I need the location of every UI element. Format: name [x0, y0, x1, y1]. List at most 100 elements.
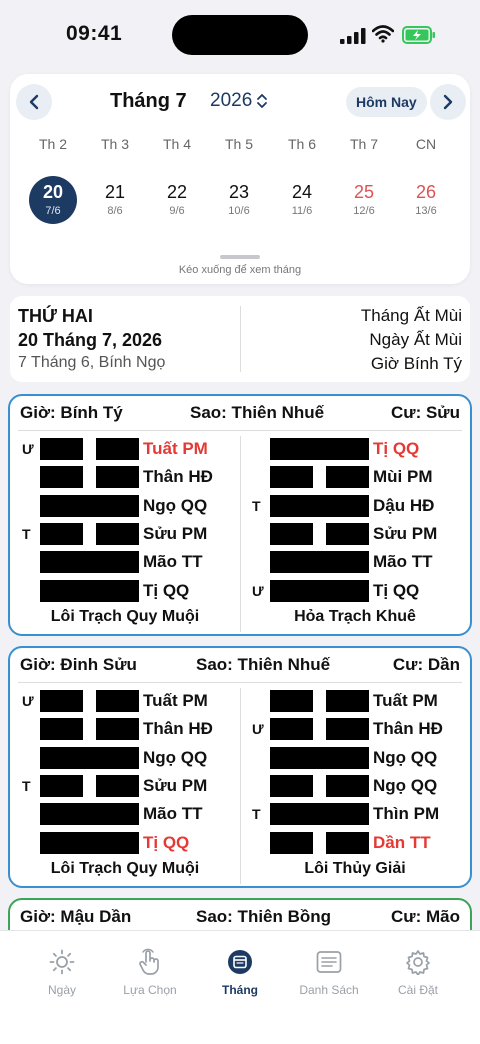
- redacted-bar: [40, 438, 83, 460]
- hexagram-line: Dần TT: [240, 831, 470, 854]
- line-label: Mão TT: [143, 552, 203, 572]
- tab-label: Tháng: [222, 983, 258, 997]
- day-number: 26: [415, 182, 437, 202]
- solar-date: 20 Tháng 7, 2026: [18, 330, 163, 350]
- day-cell[interactable]: 22 9/6: [153, 176, 201, 224]
- gear-icon: [406, 950, 430, 975]
- drag-handle[interactable]: [220, 255, 260, 259]
- divider: [18, 682, 462, 683]
- month-title: Tháng 7: [110, 90, 187, 112]
- day-cell[interactable]: 24 11/6: [278, 176, 326, 224]
- hour-label: Giờ: Đinh Sửu: [20, 655, 137, 674]
- star-label: Sao: Thiên Nhuế: [190, 403, 325, 422]
- day-number: 20: [42, 182, 64, 202]
- tab-label: Danh Sách: [299, 983, 359, 997]
- hexagram-line: T Dậu HĐ: [240, 494, 470, 517]
- hour-label: Giờ: Mậu Dần: [20, 907, 132, 926]
- day-cell[interactable]: 23 10/6: [215, 176, 263, 224]
- day-cell-weekend[interactable]: 25 12/6: [340, 176, 388, 224]
- hexagram-line: Sửu PM: [240, 522, 470, 545]
- line-marker: Ư: [252, 582, 264, 599]
- next-month-button[interactable]: [430, 84, 466, 120]
- line-marker: Ư: [22, 441, 34, 457]
- tab-bar: Ngày Lựa Chọn Tháng Danh Sách Cài Đặt: [0, 930, 480, 1044]
- wifi-icon: [372, 25, 394, 43]
- chevron-right-icon: [443, 94, 453, 110]
- year-selector[interactable]: 2026: [210, 90, 268, 112]
- redacted-bar: [270, 551, 369, 574]
- line-label: Tị QQ: [373, 580, 420, 600]
- tab-label: Ngày: [47, 983, 76, 997]
- redacted-bar: [40, 831, 139, 854]
- lunar-date: 12/6: [353, 205, 375, 217]
- line-label: Tuất PM: [373, 691, 438, 710]
- expand-hint: Kéo xuống để xem tháng: [178, 264, 302, 276]
- day-number: 23: [228, 182, 250, 202]
- tab-lua-chon[interactable]: Lựa Chọn: [105, 947, 195, 997]
- hexagram-name-left: Lôi Trạch Quy Muội: [50, 608, 200, 625]
- redacted-bar: [40, 522, 83, 545]
- line-label: Sửu PM: [373, 523, 438, 543]
- line-label: Tị QQ: [143, 580, 190, 600]
- hour-card-header: Giờ: Bính Tý Sao: Thiên Nhuế Cư: Sửu: [10, 396, 470, 430]
- hexagram-line: Mão TT: [10, 803, 240, 826]
- tab-danh-sach[interactable]: Danh Sách: [284, 947, 374, 997]
- hexagram-line: Ư Tị QQ: [240, 579, 470, 602]
- redacted-bar: [270, 774, 313, 797]
- redacted-bar: [40, 746, 139, 769]
- redacted-bar: [40, 579, 139, 602]
- hexagram-line: Thân HĐ: [10, 466, 240, 489]
- day-number: 22: [166, 182, 188, 202]
- day-cell[interactable]: 21 8/6: [91, 176, 139, 224]
- redacted-bar: [270, 494, 369, 517]
- line-label: Ngọ QQ: [373, 775, 438, 795]
- week-days: 20 7/6 21 8/6 22 9/6 23 10/6 24 11/6 25 …: [10, 174, 470, 230]
- line-marker: T: [252, 806, 261, 823]
- signal-icon: [340, 28, 366, 44]
- tab-cai-dat[interactable]: Cài Đặt: [373, 947, 463, 997]
- status-bar: 09:41: [0, 0, 480, 70]
- tab-ngay[interactable]: Ngày: [17, 947, 107, 997]
- redacted-bar: [270, 690, 313, 712]
- day-cell-weekend[interactable]: 26 13/6: [402, 176, 450, 224]
- redacted-bar: [270, 438, 369, 460]
- tab-thang[interactable]: Tháng: [195, 947, 285, 997]
- day-number: 25: [353, 182, 375, 202]
- lunar-date: 13/6: [415, 205, 437, 217]
- weekday-label: Th 5: [224, 136, 253, 152]
- hour-card[interactable]: Giờ: Đinh Sửu Sao: Thiên Nhuế Cư: Dần Ư T…: [8, 646, 472, 888]
- dynamic-island: [172, 15, 308, 55]
- hexagram-name-left: Lôi Trạch Quy Muội: [50, 860, 200, 877]
- residence-label: Cư: Mão: [391, 907, 460, 926]
- status-time: 09:41: [66, 22, 123, 45]
- redacted-bar: [96, 774, 139, 797]
- redacted-bar: [96, 466, 139, 489]
- prev-month-button[interactable]: [16, 84, 52, 120]
- redacted-bar: [270, 522, 313, 545]
- weekday-label: Th 7: [349, 136, 378, 152]
- redacted-bar: [40, 803, 139, 826]
- redacted-bar: [326, 466, 369, 489]
- line-marker: T: [252, 497, 261, 514]
- day-cell-selected[interactable]: 20 7/6: [29, 176, 77, 224]
- redacted-bar: [326, 831, 369, 854]
- residence-label: Cư: Dần: [392, 655, 460, 674]
- lunar-date: 9/6: [169, 205, 185, 217]
- redacted-bar: [326, 774, 369, 797]
- line-marker: T: [22, 777, 31, 794]
- hour-label: Giờ: Bính Tý: [20, 403, 123, 422]
- year-label: 2026: [210, 90, 253, 111]
- week-calendar: Tháng 7 2026 Hôm Nay Th 2 Th 3 Th 4 Th 5…: [10, 74, 470, 284]
- hexagram-line: Mão TT: [10, 551, 240, 574]
- day-number: 24: [291, 182, 313, 202]
- hour-card-header: Giờ: Đinh Sửu Sao: Thiên Nhuế Cư: Dần: [10, 648, 470, 682]
- line-label: Ngọ QQ: [373, 747, 438, 767]
- today-button[interactable]: Hôm Nay: [346, 87, 427, 117]
- hexagram-line: Ngọ QQ: [10, 746, 240, 769]
- hour-card[interactable]: Giờ: Bính Tý Sao: Thiên Nhuế Cư: Sửu Ư Tu…: [8, 394, 472, 636]
- line-marker: T: [22, 525, 31, 542]
- redacted-bar: [96, 522, 139, 545]
- star-label: Sao: Thiên Nhuế: [196, 655, 331, 674]
- redacted-bar: [326, 522, 369, 545]
- hexagram-line: Mão TT: [240, 551, 470, 574]
